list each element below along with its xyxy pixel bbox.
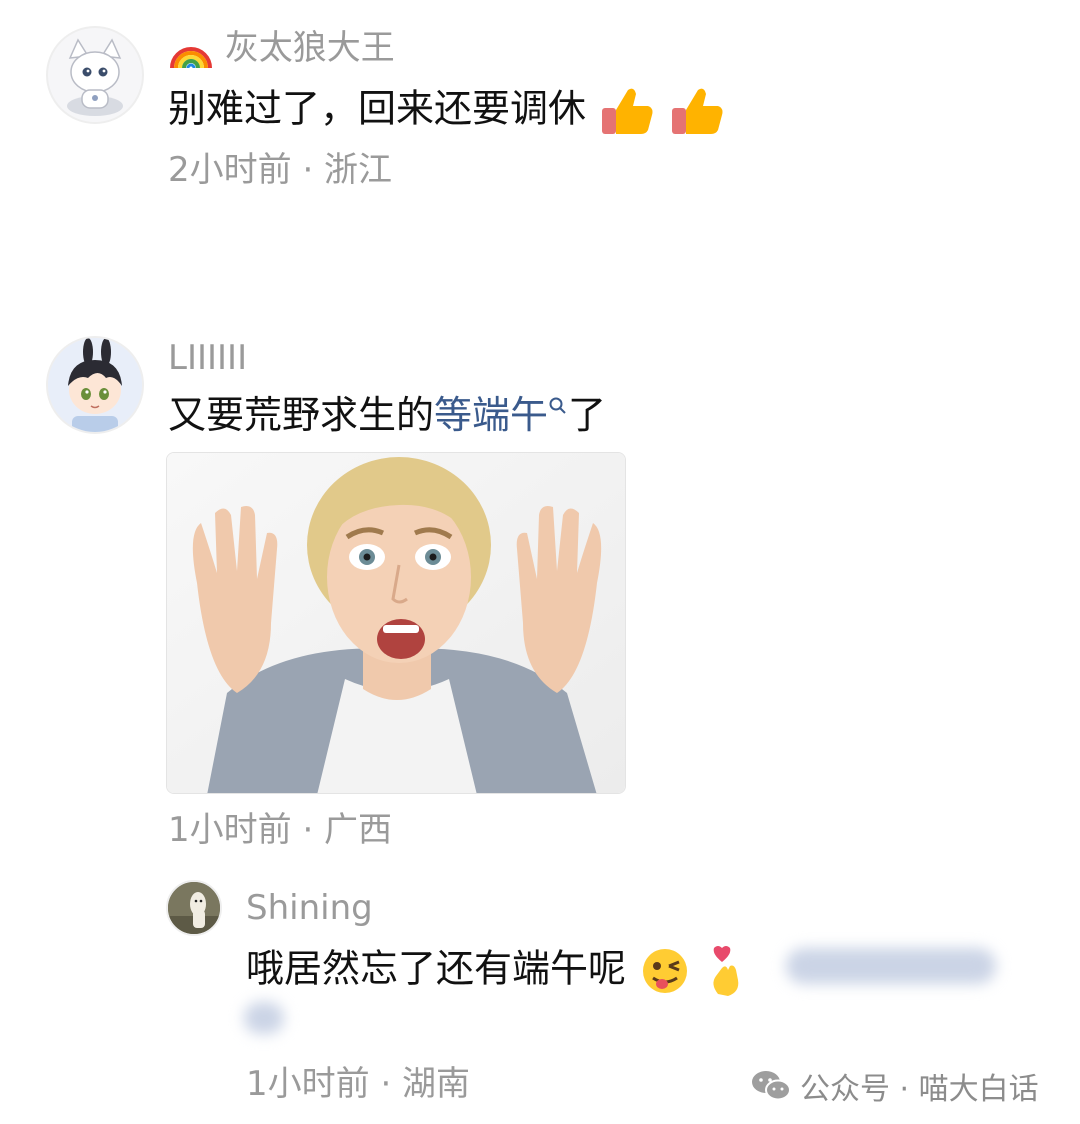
blurred-text <box>244 1002 284 1034</box>
avatar[interactable] <box>166 880 222 936</box>
white-creature-avatar-icon <box>67 38 123 116</box>
blurred-text <box>786 948 996 984</box>
winking-tongue-face-icon <box>643 949 688 993</box>
comment-meta: 1小时前 · 广西 <box>168 810 393 850</box>
search-link[interactable]: 等端午 <box>434 393 548 437</box>
comment-text: 别难过了，回来还要调休 <box>168 86 587 131</box>
reply-text: 哦居然忘了还有端午呢 <box>246 946 627 991</box>
anime-boy-avatar-icon <box>48 338 142 432</box>
comment-text-row: 又要荒野求生的等端午 了 <box>168 392 606 438</box>
rainbow-icon <box>170 46 212 68</box>
thumbs-up-icon <box>672 88 723 134</box>
search-icon[interactable] <box>548 396 568 426</box>
username[interactable]: LIIIIII <box>168 338 247 378</box>
watermark: 公众号 · 喵大白话 <box>750 1064 1039 1108</box>
surprised-woman-image <box>167 453 625 793</box>
comment-text: 又要荒野求生的 <box>168 393 435 437</box>
username[interactable]: Shining <box>246 888 373 928</box>
watermark-text: 公众号 · 喵大白话 <box>800 1072 1039 1107</box>
alpaca-avatar-icon <box>168 882 220 934</box>
comment-image[interactable] <box>166 452 626 794</box>
comment-text-end: 了 <box>568 393 607 437</box>
username[interactable]: 灰太狼大王 <box>225 28 395 68</box>
comment-text-row: 别难过了，回来还要调休 <box>168 84 726 138</box>
reply-text-row: 哦居然忘了还有端午呢 <box>246 944 996 998</box>
finger-heart-icon <box>713 946 739 996</box>
avatar[interactable] <box>46 26 144 124</box>
avatar[interactable] <box>46 336 144 434</box>
wechat-icon <box>752 1071 791 1101</box>
comment-meta: 2小时前 · 浙江 <box>168 150 393 190</box>
username-row: 灰太狼大王 <box>168 28 395 70</box>
reply-meta: 1小时前 · 湖南 <box>246 1064 471 1104</box>
thumbs-up-icon <box>602 88 653 134</box>
